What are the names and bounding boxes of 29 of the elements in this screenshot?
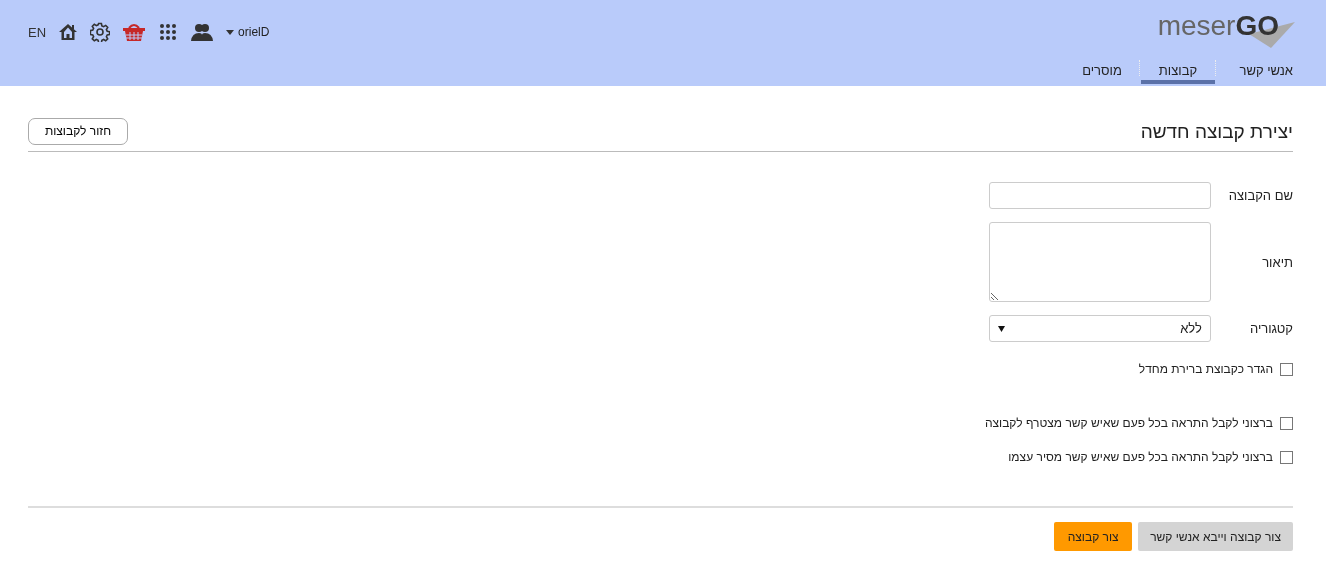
contacts-icon[interactable] [190, 22, 215, 42]
checkbox-label: ברצוני לקבל התראה בכל פעם שאיש קשר מסיר עצמו [1008, 450, 1273, 464]
basket-icon[interactable] [122, 22, 147, 42]
caret-icon [226, 29, 235, 35]
user-menu[interactable]: orielD [226, 25, 270, 39]
category-dropdown[interactable]: ללא [989, 315, 1211, 342]
field-label: שם הקבוצה [1227, 188, 1293, 203]
checkbox-label: הגדר כקבוצת ברירת מחדל [1138, 362, 1273, 376]
nav-tab[interactable]: קבוצות [1141, 54, 1215, 84]
logo: meserGO [1157, 10, 1293, 48]
page-title: יצירת קבוצה חדשה [1140, 120, 1293, 143]
checkbox[interactable] [1280, 362, 1293, 376]
description-field[interactable] [989, 222, 1211, 302]
language-link[interactable]: EN [28, 24, 47, 40]
nav-tab[interactable]: אנשי קשר [1217, 54, 1293, 84]
apps-grid-icon[interactable] [158, 22, 179, 42]
field-label: קטגוריה [1248, 321, 1293, 336]
nav-tab[interactable]: מוסרים [1065, 54, 1139, 84]
back-button[interactable]: חזור לקבוצות [28, 118, 128, 145]
home-icon[interactable] [58, 22, 79, 42]
settings-icon[interactable] [90, 22, 111, 42]
checkbox[interactable] [1280, 450, 1293, 464]
create-button[interactable]: צור קבוצה [1054, 522, 1133, 551]
dropdown-arrow-icon [998, 325, 1005, 332]
checkbox[interactable] [1280, 416, 1293, 430]
checkbox-label: ברצוני לקבל התראה בכל פעם שאיש קשר מצטרף לקבוצה [984, 416, 1273, 430]
field-label: תיאור [1261, 254, 1293, 270]
create-import-button[interactable]: צור קבוצה וייבא אנשי קשר [1138, 522, 1293, 551]
name-field[interactable] [989, 182, 1211, 209]
